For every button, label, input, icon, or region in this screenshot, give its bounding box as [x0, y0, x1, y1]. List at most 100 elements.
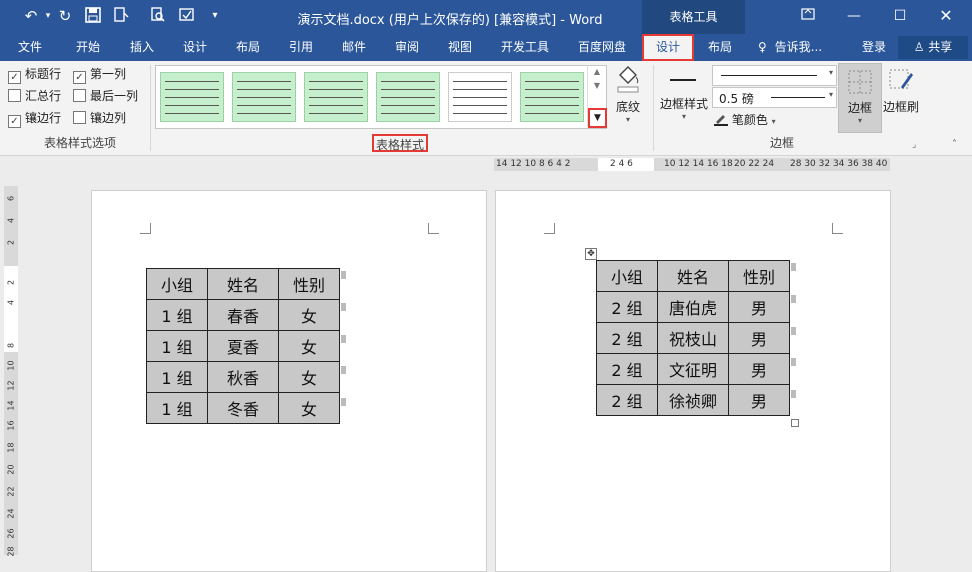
horizontal-ruler[interactable]: 14 12 10 8 6 4 2 2 4 6 10 12 14 16 18 20… [494, 158, 890, 171]
ruler-number: 22 [6, 486, 16, 497]
redo-icon[interactable]: ↻ [56, 7, 74, 25]
option-label: 最后一列 [90, 89, 139, 103]
borders-button[interactable]: 边框 ▾ [838, 63, 882, 133]
table-cell[interactable]: 性别 [278, 268, 340, 300]
border-painter-button[interactable]: 边框刷 [881, 63, 921, 115]
group2-table[interactable]: 小组 姓名 性别 2 组唐伯虎男 2 组祝枝山男 2 组文征明男 2 组徐祯卿男 [596, 260, 790, 416]
customize-qat-icon[interactable]: ▾ [206, 7, 224, 25]
table-cell[interactable]: 1 组 [146, 330, 208, 362]
table-cell[interactable]: 女 [278, 330, 340, 362]
table-cell[interactable]: 春香 [207, 299, 279, 331]
shading-button[interactable]: 底纹 ▾ [608, 63, 648, 124]
table-resize-handle-icon[interactable] [791, 419, 799, 427]
tab-design-doc[interactable]: 设计 [171, 34, 219, 61]
border-styles-button[interactable]: 边框样式 ▾ [656, 65, 712, 121]
banded-columns-checkbox[interactable]: 镶边列 [73, 109, 126, 127]
table-cell[interactable]: 男 [728, 353, 790, 385]
tab-layout-doc[interactable]: 布局 [224, 34, 272, 61]
tab-view[interactable]: 视图 [436, 34, 484, 61]
table-cell[interactable]: 2 组 [596, 384, 658, 416]
table-row: 2 组徐祯卿男 [596, 384, 790, 416]
tab-review[interactable]: 审阅 [383, 34, 431, 61]
page-left[interactable]: 小组 姓名 性别 1 组春香女 1 组夏香女 1 组秋香女 1 组冬香女 [91, 190, 487, 572]
table-row: 1 组冬香女 [146, 392, 340, 424]
table-cell[interactable]: 2 组 [596, 291, 658, 323]
table-row: 2 组文征明男 [596, 353, 790, 385]
table-style-thumb[interactable] [160, 72, 224, 122]
login-button[interactable]: 登录 [862, 34, 886, 61]
maximize-icon[interactable]: ☐ [877, 0, 923, 34]
tab-home[interactable]: 开始 [64, 34, 112, 61]
share-button[interactable]: ♙ 共享 [898, 36, 968, 59]
save-icon[interactable] [84, 7, 102, 25]
table-cell[interactable]: 小组 [146, 268, 208, 300]
option-label: 镶边列 [90, 111, 127, 125]
table-cell[interactable]: 1 组 [146, 392, 208, 424]
table-cell[interactable]: 性别 [728, 260, 790, 292]
tab-references[interactable]: 引用 [277, 34, 325, 61]
table-cell[interactable]: 秋香 [207, 361, 279, 393]
table-cell[interactable]: 女 [278, 299, 340, 331]
group1-table[interactable]: 小组 姓名 性别 1 组春香女 1 组夏香女 1 组秋香女 1 组冬香女 [146, 268, 340, 424]
table-cell[interactable]: 男 [728, 322, 790, 354]
undo-dropdown-icon[interactable]: ▾ [39, 7, 57, 25]
print-preview-icon[interactable] [112, 7, 130, 25]
title-bar: ↶ ▾ ↻ ▾ 演示文档.docx (用户上次保存的) [兼容模式] - Wor… [0, 0, 972, 34]
tab-file[interactable]: 文件 [8, 34, 52, 61]
table-style-thumb[interactable] [448, 72, 512, 122]
ribbon-display-options-icon[interactable] [785, 0, 831, 34]
tab-developer[interactable]: 开发工具 [491, 34, 559, 61]
page-right[interactable]: ✥ 小组 姓名 性别 2 组唐伯虎男 2 组祝枝山男 2 组文征明男 2 组徐祯… [495, 190, 891, 572]
close-icon[interactable]: ✕ [923, 0, 969, 34]
tab-baidu-netdisk[interactable]: 百度网盘 [568, 34, 636, 61]
table-cell[interactable]: 夏香 [207, 330, 279, 362]
tab-mailings[interactable]: 邮件 [330, 34, 378, 61]
find-icon[interactable] [149, 7, 167, 25]
table-cell[interactable]: 姓名 [207, 268, 279, 300]
table-move-handle-icon[interactable]: ✥ [585, 248, 597, 260]
tab-table-layout[interactable]: 布局 [697, 34, 743, 61]
table-style-thumb[interactable] [232, 72, 296, 122]
table-cell[interactable]: 唐伯虎 [657, 291, 729, 323]
table-cell[interactable]: 男 [728, 291, 790, 323]
spelling-icon[interactable] [178, 7, 196, 25]
line-style-dropdown[interactable]: ▾ [712, 65, 837, 86]
table-cell[interactable]: 小组 [596, 260, 658, 292]
tab-insert[interactable]: 插入 [118, 34, 166, 61]
last-column-checkbox[interactable]: 最后一列 [73, 87, 138, 105]
line-weight-dropdown[interactable]: 0.5 磅 ▾ [712, 87, 837, 108]
vertical-ruler[interactable]: 6 4 2 2 4 8 10 12 14 16 18 20 22 24 26 2… [4, 186, 18, 557]
undo-icon[interactable]: ↶ [22, 7, 40, 25]
scroll-down-icon[interactable]: ▼ [588, 81, 606, 90]
collapse-ribbon-icon[interactable]: ˄ [952, 139, 957, 150]
table-cell[interactable]: 徐祯卿 [657, 384, 729, 416]
dropdown-arrow-icon: ▾ [625, 115, 630, 124]
first-column-checkbox[interactable]: ✓ 第一列 [73, 65, 126, 84]
table-cell[interactable]: 文征明 [657, 353, 729, 385]
table-style-thumb[interactable] [304, 72, 368, 122]
table-cell[interactable]: 姓名 [657, 260, 729, 292]
banded-rows-checkbox[interactable]: ✓ 镶边行 [8, 109, 61, 128]
ruler-number: 2 [6, 279, 16, 286]
gallery-more-icon[interactable]: ▼ [588, 108, 607, 128]
table-cell[interactable]: 女 [278, 392, 340, 424]
pen-color-button[interactable]: 笔颜色 ▾ [714, 111, 776, 129]
scroll-up-icon[interactable]: ▲ [588, 67, 606, 76]
dialog-launcher-icon[interactable]: ⌟ [912, 140, 916, 150]
header-row-checkbox[interactable]: ✓ 标题行 [8, 65, 61, 84]
table-cell[interactable]: 女 [278, 361, 340, 393]
tab-table-design[interactable]: 设计 [642, 34, 694, 61]
tell-me-box[interactable]: ♀ 告诉我... [758, 34, 838, 61]
table-cell[interactable]: 祝枝山 [657, 322, 729, 354]
table-cell[interactable]: 男 [728, 384, 790, 416]
table-cell[interactable]: 2 组 [596, 353, 658, 385]
table-style-thumb[interactable] [520, 72, 584, 122]
table-cell[interactable]: 1 组 [146, 361, 208, 393]
table-style-thumb[interactable] [376, 72, 440, 122]
table-cell[interactable]: 冬香 [207, 392, 279, 424]
total-row-checkbox[interactable]: 汇总行 [8, 87, 61, 105]
border-styles-label: 边框样式 [659, 97, 708, 111]
table-cell[interactable]: 2 组 [596, 322, 658, 354]
table-cell[interactable]: 1 组 [146, 299, 208, 331]
minimize-icon[interactable]: — [831, 0, 877, 34]
